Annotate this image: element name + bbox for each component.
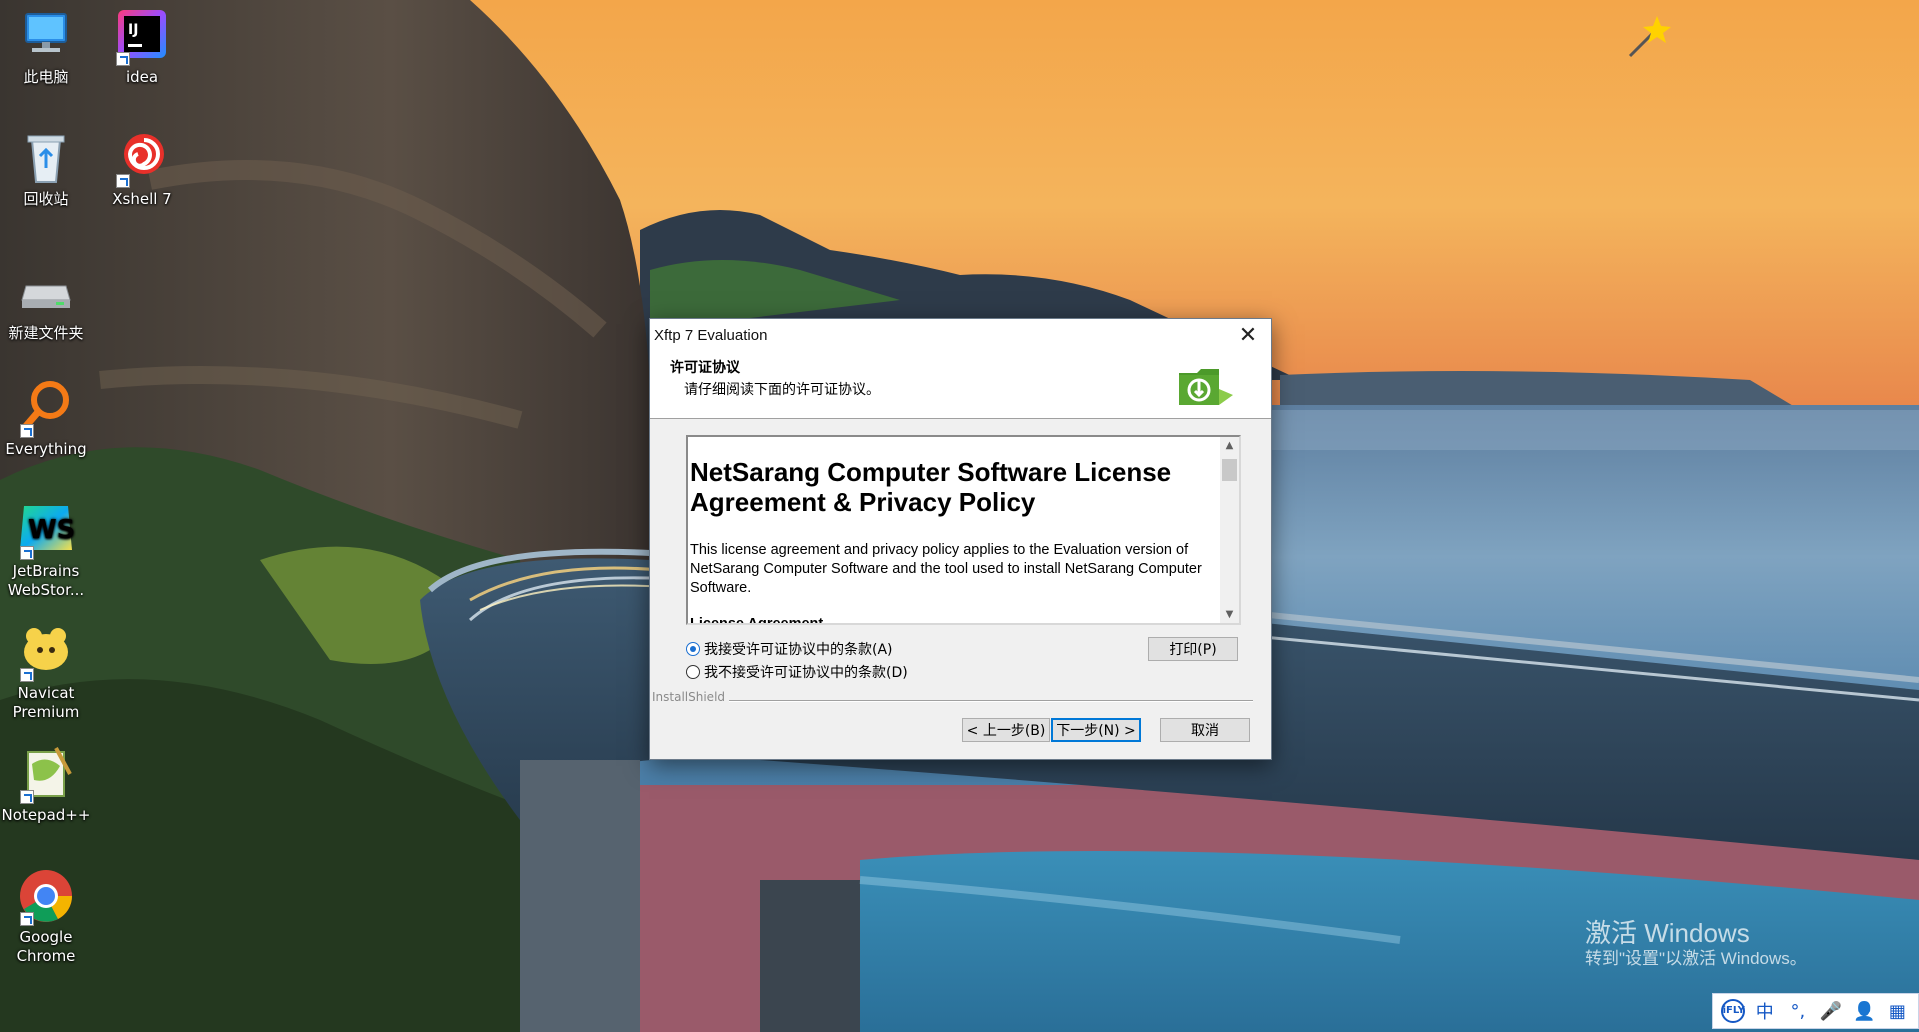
desktop-icon-navicat[interactable]: Navicat Premium [0,622,92,722]
dialog-titlebar[interactable]: Xftp 7 Evaluation ✕ [650,319,1271,351]
activate-windows-watermark: 激活 Windows 转到"设置"以激活 Windows。 [1585,918,1807,970]
watermark-line1: 激活 Windows [1585,918,1750,948]
drive-icon [21,285,71,308]
desktop-icon-everything[interactable]: Everything [0,378,92,459]
ime-mode-chinese[interactable]: 中 [1752,998,1778,1024]
accept-radio-label: 我接受许可证协议中的条款(A) [704,642,893,658]
license-title: NetSarang Computer Software License Agre… [690,457,1172,517]
desktop-icon-new-folder[interactable]: 新建文件夹 [0,262,92,343]
watermark-line2: 转到"设置"以激活 Windows。 [1585,949,1807,968]
header-subtitle: 请仔细阅读下面的许可证协议。 [684,382,880,398]
scroll-up-icon[interactable]: ▲ [1220,437,1239,454]
license-text-box[interactable]: NetSarang Computer Software License Agre… [686,435,1241,625]
decline-radio[interactable] [686,665,700,679]
desktop-icon-xshell[interactable]: Xshell 7 [96,128,188,209]
desktop-icon-label: Google Chrome [16,928,76,965]
desktop-icon-chrome[interactable]: Google Chrome [0,866,92,966]
accept-radio[interactable] [686,642,700,656]
xftp-logo-icon [1179,369,1233,405]
svg-text:IJ: IJ [128,22,138,38]
shortcut-arrow-icon [116,174,130,188]
print-button[interactable]: 打印(P) [1148,637,1238,661]
decline-radio-row[interactable]: 我不接受许可证协议中的条款(D) [686,662,908,682]
dialog-title: Xftp 7 Evaluation [654,326,768,344]
license-subheading: License Agreement [690,616,824,625]
punctuation-icon[interactable]: °, [1785,1001,1811,1022]
recycle-bin-icon [27,135,65,183]
shortcut-arrow-icon [116,52,130,66]
back-button[interactable]: < 上一步(B) [962,718,1050,742]
shortcut-arrow-icon [20,790,34,804]
desktop-icon-webstorm[interactable]: WS JetBrains WebStor... [0,500,92,600]
installshield-label: InstallShield [652,690,730,704]
desktop-icon-this-pc[interactable]: 此电脑 [0,6,92,87]
desktop-icon-label: idea [125,68,159,86]
desktop-icon-label: Xshell 7 [112,190,172,208]
ifly-logo-icon[interactable]: iFLY [1720,999,1745,1023]
desktop-icon-label: Navicat Premium [12,684,80,721]
desktop-icon-label: JetBrains WebStor... [7,562,85,599]
shortcut-arrow-icon [20,546,34,560]
desktop-icon-label: 回收站 [23,190,69,208]
ime-toolbar: iFLY 中 °, 🎤 👤 ▦ [1712,993,1919,1029]
desktop-icon-label: Notepad++ [1,806,91,824]
license-scrollbar[interactable]: ▲ ▼ [1220,437,1239,623]
decline-radio-label: 我不接受许可证协议中的条款(D) [704,665,908,681]
desktop-icon-idea[interactable]: IJ idea [96,6,188,87]
dialog-header: 许可证协议 请仔细阅读下面的许可证协议。 [650,351,1271,419]
license-content: NetSarang Computer Software License Agre… [688,437,1220,625]
close-icon[interactable]: ✕ [1225,319,1271,351]
scroll-thumb[interactable] [1222,459,1237,481]
footer-separator [725,700,1253,702]
installer-dialog: Xftp 7 Evaluation ✕ 许可证协议 请仔细阅读下面的许可证协议。… [649,318,1272,760]
computer-icon [25,13,67,52]
desktop-icon-label: 此电脑 [23,68,69,86]
shortcut-arrow-icon [20,668,34,682]
header-title: 许可证协议 [670,360,740,376]
scroll-down-icon[interactable]: ▼ [1220,606,1239,623]
microphone-icon[interactable]: 🎤 [1818,1001,1844,1022]
shortcut-arrow-icon [20,424,34,438]
accept-radio-row[interactable]: 我接受许可证协议中的条款(A) [686,639,893,659]
desktop-icon-label: Everything [5,440,87,458]
desktop-icon-recycle-bin[interactable]: 回收站 [0,128,92,209]
desktop-icon-notepadpp[interactable]: Notepad++ [0,744,92,825]
svg-text:WS: WS [28,515,75,545]
next-button[interactable]: 下一步(N) > [1051,718,1141,742]
desktop-icon-label: 新建文件夹 [8,324,84,342]
user-icon[interactable]: 👤 [1851,1001,1877,1022]
license-paragraph: This license agreement and privacy polic… [690,542,1202,596]
cancel-button[interactable]: 取消 [1160,718,1250,742]
grid-menu-icon[interactable]: ▦ [1884,1001,1910,1022]
shortcut-arrow-icon [20,912,34,926]
